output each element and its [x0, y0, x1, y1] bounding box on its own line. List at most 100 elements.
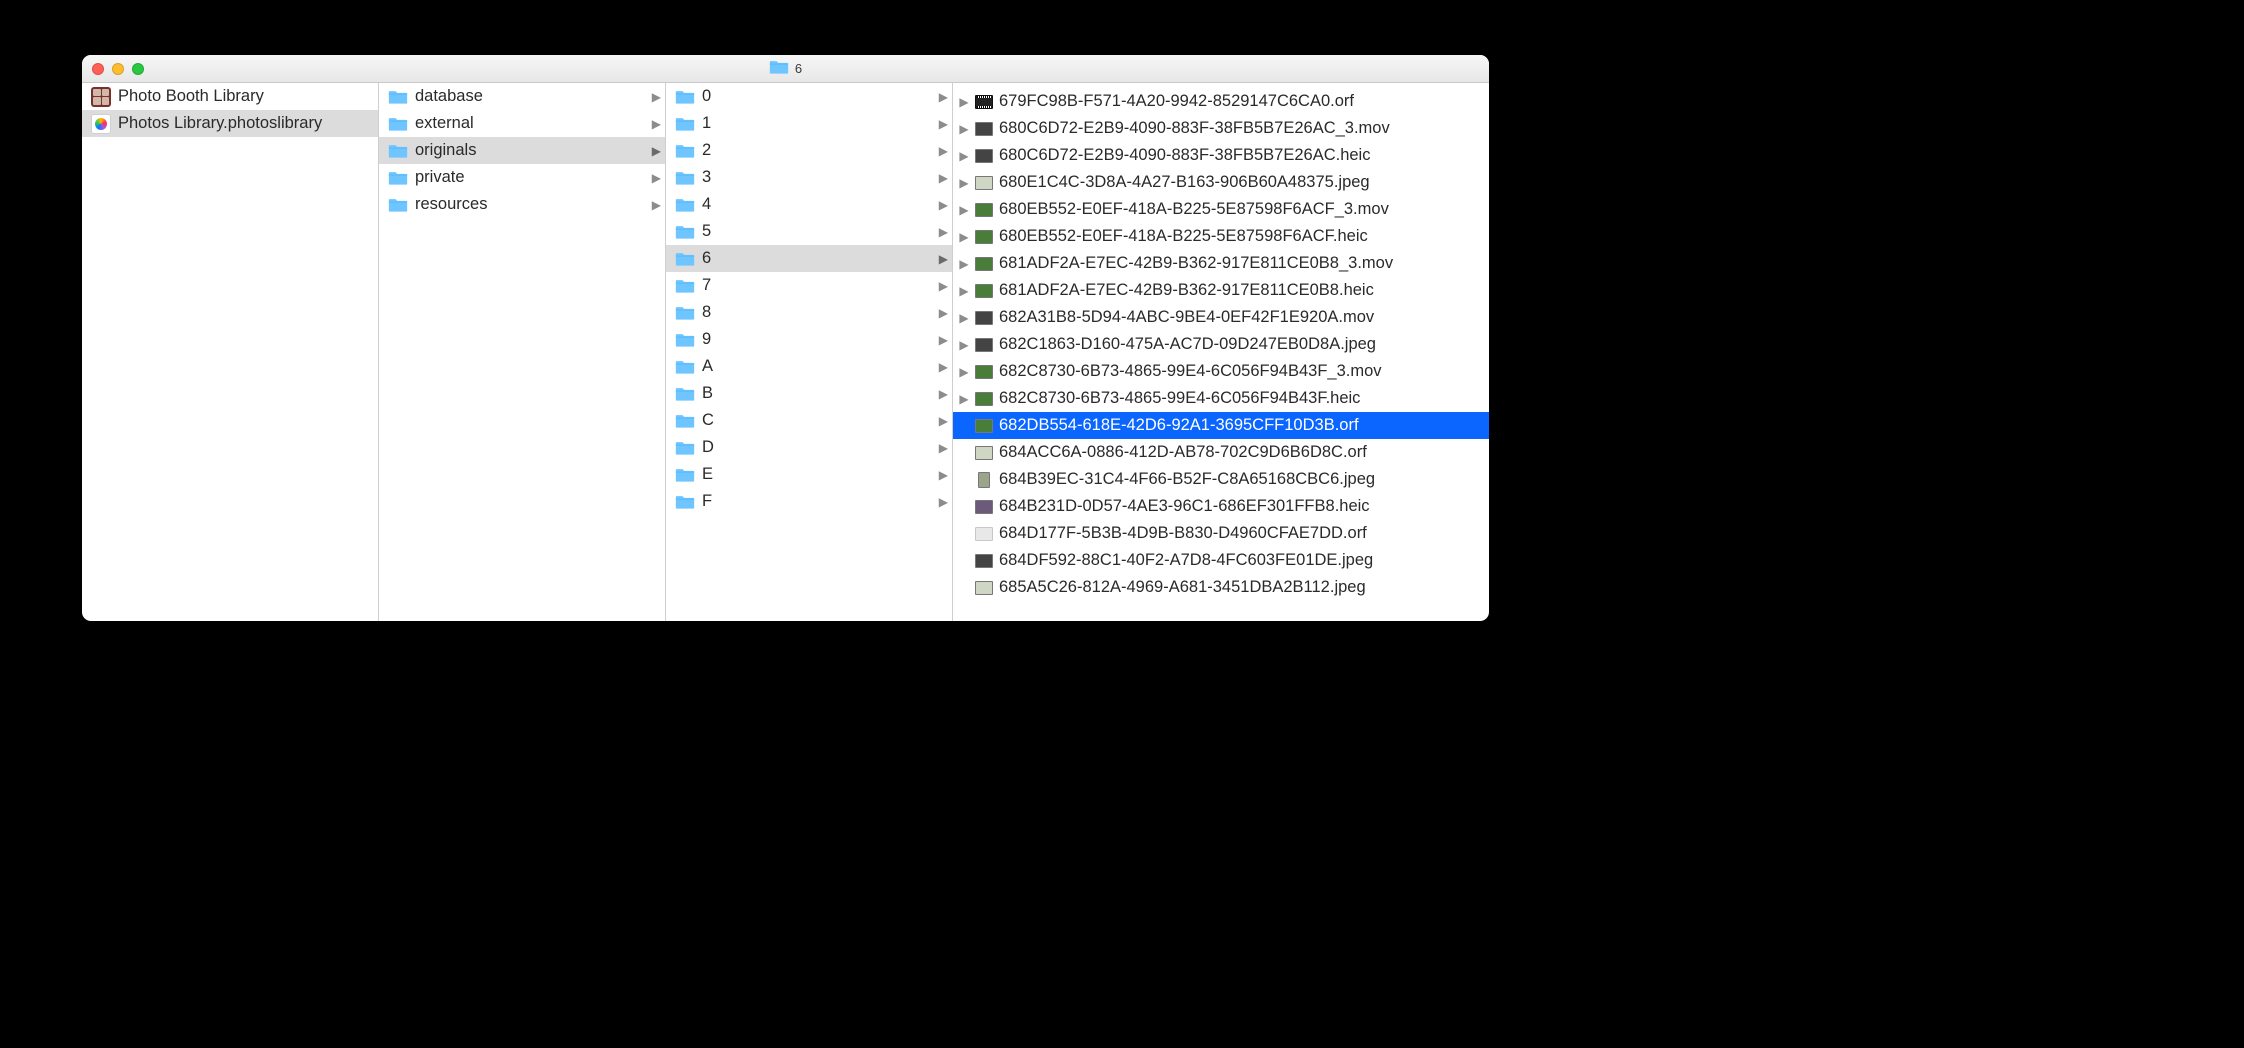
folder-row[interactable]: A▶	[666, 353, 952, 380]
folder-icon	[387, 113, 409, 135]
item-label: F	[702, 492, 936, 511]
nav-arrow-icon: ▶	[936, 414, 948, 428]
column-2[interactable]: database▶external▶originals▶private▶reso…	[379, 83, 666, 621]
nav-arrow-icon: ▶	[936, 306, 948, 320]
minimize-button[interactable]	[112, 63, 124, 75]
file-row[interactable]: ▶682C8730-6B73-4865-99E4-6C056F94B43F_3.…	[953, 358, 1489, 385]
file-row[interactable]: ▶682C8730-6B73-4865-99E4-6C056F94B43F.he…	[953, 385, 1489, 412]
folder-row[interactable]: Photo Booth Library	[82, 83, 378, 110]
folder-row[interactable]: D▶	[666, 434, 952, 461]
column-4[interactable]: ▶679B8ACC-EA10-470C-A02B-3B6F31A86E83.or…	[953, 83, 1489, 621]
folder-row[interactable]: 2▶	[666, 137, 952, 164]
folder-row[interactable]: private▶	[379, 164, 665, 191]
folder-row[interactable]: resources▶	[379, 191, 665, 218]
file-row[interactable]: 684D177F-5B3B-4D9B-B830-D4960CFAE7DD.orf	[953, 520, 1489, 547]
column-1[interactable]: Photo Booth LibraryPhotos Library.photos…	[82, 83, 379, 621]
item-label: D	[702, 438, 936, 457]
file-row[interactable]: 684DF592-88C1-40F2-A7D8-4FC603FE01DE.jpe…	[953, 547, 1489, 574]
folder-row[interactable]: 6▶	[666, 245, 952, 272]
folder-row[interactable]: 9▶	[666, 326, 952, 353]
folder-row[interactable]: B▶	[666, 380, 952, 407]
expand-arrow-icon: ▶	[957, 365, 971, 379]
folder-row[interactable]: Photos Library.photoslibrary	[82, 110, 378, 137]
nav-arrow-icon: ▶	[936, 333, 948, 347]
nav-arrow-icon: ▶	[649, 90, 661, 104]
nav-arrow-icon: ▶	[649, 171, 661, 185]
item-label: 7	[702, 276, 936, 295]
expand-arrow-icon: ▶	[957, 284, 971, 298]
item-label: external	[415, 114, 649, 133]
file-row[interactable]: ▶682C1863-D160-475A-AC7D-09D247EB0D8A.jp…	[953, 331, 1489, 358]
file-thumbnail-icon	[975, 444, 993, 462]
item-label: 5	[702, 222, 936, 241]
folder-icon	[674, 248, 696, 270]
item-label: 684ACC6A-0886-412D-AB78-702C9D6B6D8C.orf	[999, 443, 1485, 462]
file-row[interactable]: ▶679FC98B-F571-4A20-9942-8529147C6CA0.or…	[953, 88, 1489, 115]
item-label: 680C6D72-E2B9-4090-883F-38FB5B7E26AC_3.m…	[999, 119, 1485, 138]
column-3[interactable]: 0▶1▶2▶3▶4▶5▶6▶7▶8▶9▶A▶B▶C▶D▶E▶F▶	[666, 83, 953, 621]
folder-icon	[674, 194, 696, 216]
folder-row[interactable]: C▶	[666, 407, 952, 434]
file-thumbnail-icon	[975, 255, 993, 273]
item-label: C	[702, 411, 936, 430]
file-row[interactable]: 685A5C26-812A-4969-A681-3451DBA2B112.jpe…	[953, 574, 1489, 601]
nav-arrow-icon: ▶	[936, 252, 948, 266]
folder-row[interactable]: 4▶	[666, 191, 952, 218]
folder-icon	[674, 275, 696, 297]
item-label: 2	[702, 141, 936, 160]
file-thumbnail-icon	[975, 120, 993, 138]
nav-arrow-icon: ▶	[936, 117, 948, 131]
item-label: resources	[415, 195, 649, 214]
folder-row[interactable]: E▶	[666, 461, 952, 488]
item-label: 6	[702, 249, 936, 268]
file-row[interactable]: 684B39EC-31C4-4F66-B52F-C8A65168CBC6.jpe…	[953, 466, 1489, 493]
folder-row[interactable]: 7▶	[666, 272, 952, 299]
file-row[interactable]: 684B231D-0D57-4AE3-96C1-686EF301FFB8.hei…	[953, 493, 1489, 520]
file-row[interactable]: ▶680E1C4C-3D8A-4A27-B163-906B60A48375.jp…	[953, 169, 1489, 196]
folder-row[interactable]: 0▶	[666, 83, 952, 110]
file-row[interactable]: ▶681ADF2A-E7EC-42B9-B362-917E811CE0B8.he…	[953, 277, 1489, 304]
file-thumbnail-icon	[975, 201, 993, 219]
file-row[interactable]: 682DB554-618E-42D6-92A1-3695CFF10D3B.orf	[953, 412, 1489, 439]
folder-row[interactable]: 5▶	[666, 218, 952, 245]
photos-library-icon	[90, 113, 112, 135]
file-row[interactable]: ▶680EB552-E0EF-418A-B225-5E87598F6ACF_3.…	[953, 196, 1489, 223]
expand-arrow-icon: ▶	[957, 257, 971, 271]
folder-icon	[674, 140, 696, 162]
item-label: originals	[415, 141, 649, 160]
folder-icon	[674, 356, 696, 378]
folder-icon	[674, 221, 696, 243]
folder-row[interactable]: originals▶	[379, 137, 665, 164]
folder-row[interactable]: F▶	[666, 488, 952, 515]
folder-icon	[674, 167, 696, 189]
file-row[interactable]: 684ACC6A-0886-412D-AB78-702C9D6B6D8C.orf	[953, 439, 1489, 466]
folder-icon	[674, 86, 696, 108]
file-row[interactable]: ▶ 680C6D72-E2B9-4090-883F-38FB5B7E26AC.he…	[953, 142, 1489, 169]
file-row[interactable]: ▶682A31B8-5D94-4ABC-9BE4-0EF42F1E920A.mo…	[953, 304, 1489, 331]
expand-arrow-icon: ▶	[957, 149, 971, 163]
folder-row[interactable]: external▶	[379, 110, 665, 137]
file-row[interactable]: ▶680C6D72-E2B9-4090-883F-38FB5B7E26AC_3.…	[953, 115, 1489, 142]
nav-arrow-icon: ▶	[649, 144, 661, 158]
folder-row[interactable]: 1▶	[666, 110, 952, 137]
folder-icon	[387, 194, 409, 216]
folder-row[interactable]: database▶	[379, 83, 665, 110]
file-thumbnail-icon	[975, 174, 993, 192]
item-label: 680EB552-E0EF-418A-B225-5E87598F6ACF_3.m…	[999, 200, 1485, 219]
file-thumbnail-icon	[975, 228, 993, 246]
folder-row[interactable]: 3▶	[666, 164, 952, 191]
zoom-button[interactable]	[132, 63, 144, 75]
titlebar[interactable]: 6	[82, 55, 1489, 83]
file-row[interactable]: ▶681ADF2A-E7EC-42B9-B362-917E811CE0B8_3.…	[953, 250, 1489, 277]
folder-row[interactable]: 8▶	[666, 299, 952, 326]
folder-icon	[674, 464, 696, 486]
nav-arrow-icon: ▶	[936, 279, 948, 293]
expand-arrow-icon: ▶	[957, 176, 971, 190]
nav-arrow-icon: ▶	[936, 90, 948, 104]
close-button[interactable]	[92, 63, 104, 75]
file-thumbnail-icon	[975, 525, 993, 543]
photo-booth-icon	[90, 86, 112, 108]
expand-arrow-icon: ▶	[957, 392, 971, 406]
item-label: 680C6D72-E2B9-4090-883F-38FB5B7E26AC.hei…	[999, 146, 1485, 165]
file-row[interactable]: ▶680EB552-E0EF-418A-B225-5E87598F6ACF.he…	[953, 223, 1489, 250]
